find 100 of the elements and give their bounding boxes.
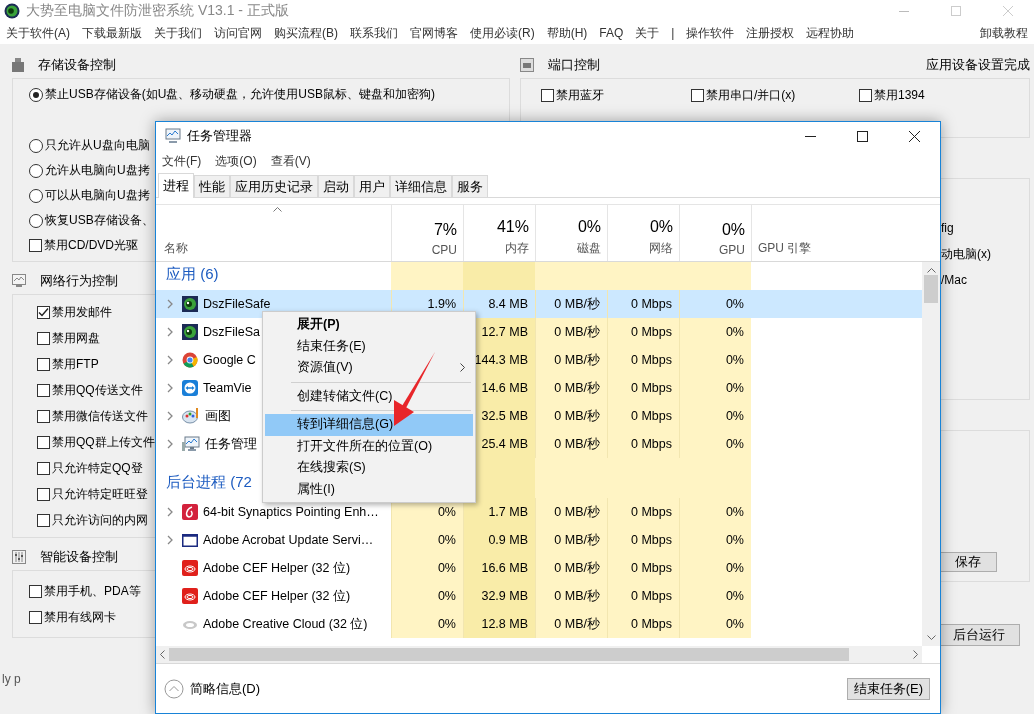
table-cell: 0 Mbps (607, 498, 679, 526)
tab[interactable]: 应用历史记录 (230, 175, 318, 197)
chevron-right-icon[interactable] (167, 327, 173, 337)
checkbox[interactable] (37, 409, 50, 423)
checkbox[interactable] (37, 305, 50, 319)
process-name[interactable]: Adobe CEF Helper (32 位) (203, 559, 351, 577)
scroll-up-icon[interactable] (926, 268, 936, 273)
checkbox[interactable] (541, 88, 554, 102)
eye-logo-icon (182, 324, 198, 340)
column-header[interactable]: 网络 (649, 240, 673, 257)
process-name[interactable]: DszFileSafe (203, 297, 271, 311)
menu-item[interactable]: 联系我们 (350, 24, 398, 42)
end-task-button[interactable]: 结束任务(E) (846, 677, 930, 700)
menu-item[interactable]: 关于 (635, 24, 660, 42)
process-name[interactable]: TeamVie (203, 381, 252, 395)
menu-item[interactable]: 属性(I) (265, 478, 473, 500)
option-label: 动电脑(x) (941, 245, 991, 263)
process-name[interactable]: Adobe CEF Helper (32 位) (203, 587, 351, 605)
scroll-down-icon[interactable] (926, 635, 936, 640)
menu-item[interactable]: 文件(F) (162, 152, 202, 170)
checkbox[interactable] (37, 461, 50, 475)
checkbox[interactable] (859, 88, 872, 102)
tab[interactable]: 用户 (354, 175, 390, 197)
scrollbar-thumb[interactable] (169, 648, 849, 661)
menu-item[interactable]: 使用必读(R) (470, 24, 535, 42)
process-name[interactable]: 任务管理 (205, 435, 257, 453)
checkbox[interactable] (37, 435, 50, 449)
menu-item[interactable]: 卸载教程 (980, 24, 1028, 42)
table-cell: 0% (679, 374, 751, 402)
chevron-right-icon[interactable] (167, 383, 173, 393)
tab[interactable]: 服务 (452, 175, 488, 197)
checkbox[interactable] (29, 584, 42, 598)
fewer-details-link[interactable]: 简略信息(D) (190, 679, 261, 698)
menu-item[interactable]: 注册授权 (746, 24, 795, 42)
radio-button[interactable] (29, 163, 43, 178)
column-header[interactable]: GPU (719, 243, 745, 257)
column-header[interactable]: 内存 (505, 240, 529, 257)
option-label: 禁用有线网卡 (44, 608, 116, 626)
scroll-left-icon[interactable] (160, 650, 165, 659)
checkbox[interactable] (37, 331, 50, 345)
radio-button[interactable] (29, 188, 43, 203)
column-header[interactable]: GPU 引擎 (758, 240, 812, 257)
tab[interactable]: 启动 (318, 175, 354, 197)
chevron-right-icon[interactable] (167, 507, 173, 517)
minimize-icon[interactable] (804, 135, 816, 137)
radio-button[interactable] (29, 87, 43, 102)
menu-item[interactable]: 关于我们 (154, 24, 202, 42)
tab[interactable]: 进程 (158, 173, 194, 198)
background-run-button[interactable]: 后台运行 (938, 624, 1020, 646)
menu-item[interactable]: 帮助(H) (546, 24, 588, 42)
option-label: 恢复USB存储设备、 (45, 212, 154, 229)
maximize-icon[interactable] (856, 130, 868, 142)
column-header[interactable]: 磁盘 (577, 240, 601, 257)
menu-item[interactable]: FAQ (599, 26, 624, 40)
sort-caret-icon[interactable] (273, 207, 282, 212)
checkbox[interactable] (691, 88, 704, 102)
checkbox[interactable] (37, 513, 50, 527)
close-icon[interactable] (908, 130, 920, 142)
menu-item[interactable]: 官网博客 (410, 24, 458, 42)
menu-item[interactable]: 查看(V) (270, 152, 311, 170)
checkbox[interactable] (29, 239, 42, 252)
process-name[interactable]: 画图 (205, 407, 231, 425)
row-highlight[interactable]: DszFileSafe 1.9% 8.4 MB 0 MB/秒 0 Mbps 0% (156, 290, 922, 318)
checkbox[interactable] (37, 383, 50, 397)
section-title: 智能设备控制 (40, 548, 118, 566)
tab[interactable]: 详细信息 (390, 175, 452, 197)
scrollbar-thumb[interactable] (924, 275, 938, 303)
process-name[interactable]: Adobe Creative Cloud (32 位) (203, 615, 368, 633)
column-header[interactable]: CPU (431, 243, 457, 257)
checkbox[interactable] (37, 357, 50, 371)
process-name[interactable]: Adobe Acrobat Update Servi… (203, 533, 374, 547)
column-total: 41% (496, 218, 529, 236)
window-title: 大势至电脑文件防泄密系统 V13.1 - 正式版 (26, 2, 289, 20)
menu-item[interactable]: 选项(O) (215, 152, 257, 170)
menu-item[interactable]: 访问官网 (214, 24, 262, 42)
menu-item[interactable]: 下载最新版 (82, 24, 142, 42)
menu-item[interactable]: 远程协助 (806, 24, 855, 42)
checkbox[interactable] (37, 487, 50, 501)
column-header[interactable]: 名称 (164, 240, 391, 257)
menu-item[interactable]: 关于软件(A) (6, 24, 70, 42)
menu-item[interactable]: 转到详细信息(G) (265, 414, 473, 436)
process-name[interactable]: DszFileSa (203, 325, 260, 339)
menu-item[interactable]: 操作软件 (686, 24, 735, 42)
menu-item[interactable]: 在线搜索(S) (265, 457, 473, 479)
chevron-right-icon[interactable] (167, 439, 173, 449)
chevron-right-icon[interactable] (167, 535, 173, 545)
process-name[interactable]: Google C (203, 353, 256, 367)
chevron-right-icon[interactable] (167, 411, 173, 421)
process-name[interactable]: 64-bit Synaptics Pointing Enh… (203, 505, 379, 519)
menu-item[interactable]: 购买流程(B) (274, 24, 338, 42)
menu-item[interactable]: | (671, 26, 675, 40)
save-button[interactable]: 保存 (939, 552, 997, 572)
chevron-right-icon[interactable] (167, 299, 173, 309)
radio-button[interactable] (29, 213, 43, 228)
radio-button[interactable] (29, 138, 43, 153)
tab[interactable]: 性能 (194, 175, 230, 197)
checkbox[interactable] (29, 610, 42, 624)
scroll-right-icon[interactable] (913, 650, 918, 659)
chevron-right-icon[interactable] (167, 355, 173, 365)
option-label: 禁用FTP (52, 355, 99, 373)
